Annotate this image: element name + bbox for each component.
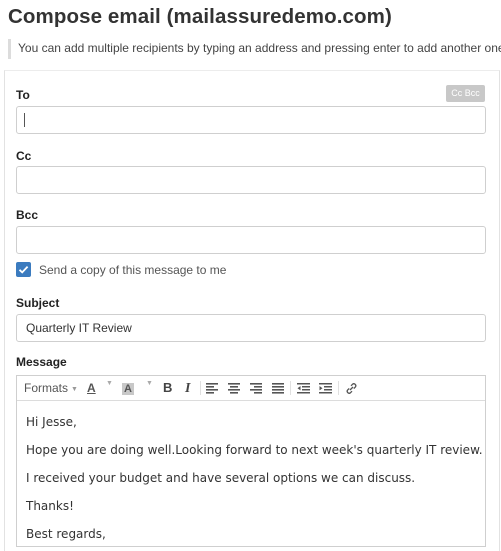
text-caret	[24, 113, 25, 127]
background-color-button[interactable]: A	[122, 380, 134, 396]
align-justify-icon[interactable]	[272, 380, 284, 396]
outdent-icon[interactable]	[297, 380, 310, 396]
subject-label: Subject	[16, 296, 60, 310]
italic-icon: I	[185, 381, 191, 396]
chevron-down-icon: ▼	[71, 386, 78, 393]
to-input[interactable]	[16, 106, 486, 134]
message-label: Message	[16, 355, 67, 369]
subject-value: Quarterly IT Review	[26, 321, 132, 335]
message-line: Best regards,	[26, 527, 106, 541]
cc-label: Cc	[16, 149, 32, 163]
bold-button[interactable]: B	[163, 380, 172, 396]
background-color-icon: A	[122, 383, 134, 395]
align-left-icon[interactable]	[206, 380, 218, 396]
cc-input[interactable]	[16, 166, 486, 194]
italic-button[interactable]: I	[185, 380, 190, 396]
toolbar-divider	[200, 381, 201, 395]
toolbar-divider	[290, 381, 291, 395]
message-line: Hi Jesse,	[26, 415, 77, 429]
align-center-icon[interactable]	[228, 380, 240, 396]
hint-text: You can add multiple recipients by typin…	[18, 41, 501, 55]
bcc-input[interactable]	[16, 226, 486, 254]
bcc-label: Bcc	[16, 208, 39, 222]
checkmark-icon	[18, 265, 29, 274]
formats-label: Formats	[24, 381, 69, 395]
indent-icon[interactable]	[319, 380, 332, 396]
message-line: Thanks!	[26, 499, 74, 513]
page-title: Compose email (mailassuredemo.com)	[8, 5, 392, 28]
bold-icon: B	[163, 380, 173, 395]
send-copy-checkbox[interactable]	[16, 262, 31, 277]
text-color-button[interactable]: A	[87, 380, 96, 396]
send-copy-label: Send a copy of this message to me	[39, 263, 227, 277]
message-editor[interactable]: Formats ▼ A ▼ A ▼ B I Hi Jesse, Hope you…	[16, 375, 486, 547]
formats-dropdown[interactable]: Formats ▼	[24, 380, 78, 396]
chevron-down-icon[interactable]: ▼	[146, 380, 153, 387]
recipients-hint: You can add multiple recipients by typin…	[8, 39, 501, 59]
subject-input[interactable]: Quarterly IT Review	[16, 314, 486, 342]
text-color-icon: A	[87, 381, 96, 395]
message-line: I received your budget and have several …	[26, 471, 416, 485]
toolbar-divider	[338, 381, 339, 395]
message-line: Hope you are doing well.Looking forward …	[26, 443, 483, 457]
to-label: To	[16, 88, 30, 102]
link-icon[interactable]	[344, 380, 358, 396]
chevron-down-icon[interactable]: ▼	[106, 380, 113, 387]
editor-toolbar: Formats ▼ A ▼ A ▼ B I	[17, 376, 485, 401]
cc-bcc-toggle-button[interactable]: Cc Bcc	[446, 85, 485, 102]
align-right-icon[interactable]	[250, 380, 262, 396]
